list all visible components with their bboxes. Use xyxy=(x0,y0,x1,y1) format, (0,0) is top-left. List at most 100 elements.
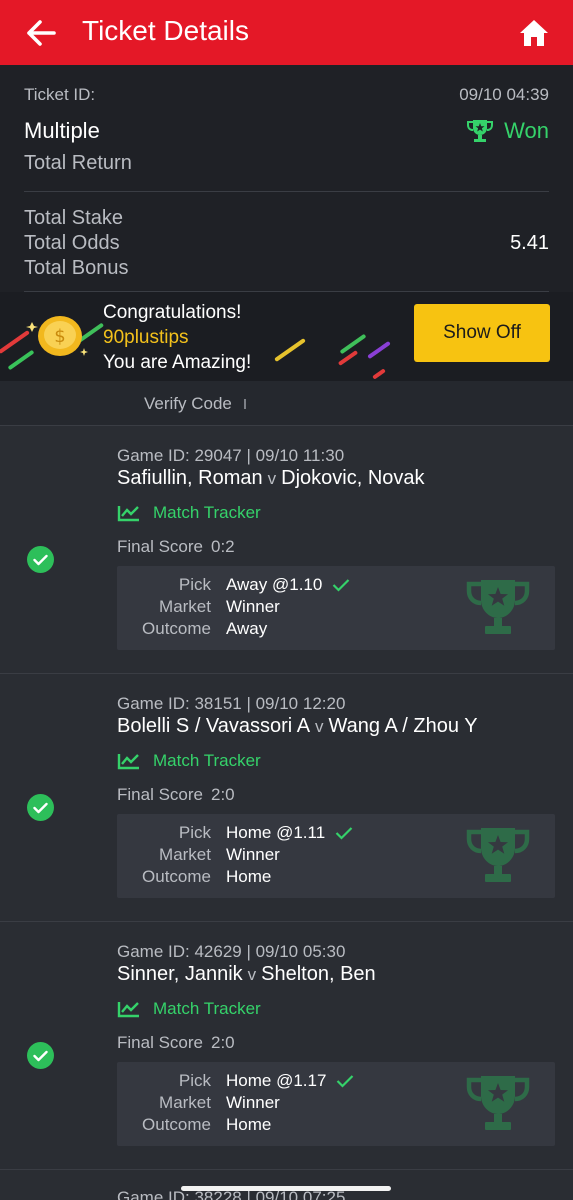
outcome-value: Home xyxy=(226,867,272,886)
match-teams: Safiullin, Roman v Djokovic, Novak xyxy=(117,467,425,490)
final-score: Final Score 2:0 xyxy=(117,1033,235,1053)
final-score-value: 2:0 xyxy=(210,1033,235,1052)
status-text: Won xyxy=(504,118,549,143)
show-off-button[interactable]: Show Off xyxy=(414,304,550,362)
confetti xyxy=(274,338,306,362)
verify-code-label: Verify Code xyxy=(144,394,232,413)
pick-label: Pick xyxy=(178,575,211,594)
pick-details: Pick Home @1.11 Market Winner Outcome Ho… xyxy=(117,814,555,898)
divider xyxy=(24,191,549,192)
match-tracker-link[interactable]: Match Tracker xyxy=(117,999,261,1019)
pick-value: Away @1.10 xyxy=(226,575,323,594)
total-stake-label: Total Stake xyxy=(24,207,123,229)
ticket-type: Multiple xyxy=(24,118,100,143)
chart-line-icon xyxy=(117,506,139,522)
page-title: Ticket Details xyxy=(82,15,250,46)
pick-value-row: Home @1.17 xyxy=(226,1071,354,1091)
outcome-label: Outcome xyxy=(142,619,211,638)
confetti xyxy=(372,368,386,380)
home-team: Sinner, Jannik xyxy=(117,963,243,985)
market-value: Winner xyxy=(226,1093,280,1112)
pick-value: Home @1.11 xyxy=(226,823,326,842)
market-value: Winner xyxy=(226,845,280,864)
match-tracker-label: Match Tracker xyxy=(153,503,261,522)
home-team: Bolelli S / Vavassori A xyxy=(117,715,311,737)
versus-label: v xyxy=(247,965,257,984)
pick-details: Pick Home @1.17 Market Winner Outcome Ho… xyxy=(117,1062,555,1146)
home-icon[interactable] xyxy=(519,18,549,48)
game-id: Game ID: 29047 | 09/10 11:30 xyxy=(117,446,345,465)
final-score-value: 2:0 xyxy=(210,785,235,804)
away-team: Shelton, Ben xyxy=(261,963,376,985)
total-odds-label: Total Odds xyxy=(24,232,120,254)
final-score-value: 0:2 xyxy=(210,537,235,556)
away-team: Wang A / Zhou Y xyxy=(328,715,478,737)
outcome-label: Outcome xyxy=(142,867,211,886)
game-card: Game ID: 42629 | 09/10 05:30 Sinner, Jan… xyxy=(0,921,573,1169)
game-id: Game ID: 42629 | 09/10 05:30 xyxy=(117,942,346,961)
trophy-watermark-icon xyxy=(466,1076,530,1130)
arrow-left-icon[interactable] xyxy=(26,19,56,47)
status-badge: Won xyxy=(466,118,549,144)
final-score-label: Final Score xyxy=(117,1033,203,1052)
confetti xyxy=(367,340,391,360)
pick-details: Pick Away @1.10 Market Winner Outcome Aw… xyxy=(117,566,555,650)
match-tracker-label: Match Tracker xyxy=(153,751,261,770)
outcome-label: Outcome xyxy=(142,1115,211,1134)
match-tracker-label: Match Tracker xyxy=(153,999,261,1018)
home-indicator[interactable] xyxy=(181,1186,391,1191)
home-team: Safiullin, Roman xyxy=(117,467,263,489)
congrats-banner: $ Congratulations! 90plustips You are Am… xyxy=(0,292,573,381)
versus-label: v xyxy=(315,717,324,736)
away-team: Djokovic, Novak xyxy=(281,467,425,489)
verify-code-value xyxy=(244,399,246,409)
final-score: Final Score 2:0 xyxy=(117,785,235,805)
final-score: Final Score 0:2 xyxy=(117,537,235,557)
market-label: Market xyxy=(159,1093,211,1112)
market-label: Market xyxy=(159,597,211,616)
total-bonus-label: Total Bonus xyxy=(24,257,129,279)
username: 90plustips xyxy=(103,327,189,348)
checkmark-icon xyxy=(337,1075,354,1088)
coin-icon: $ xyxy=(26,316,88,356)
versus-label: v xyxy=(267,469,277,488)
chart-line-icon xyxy=(117,1002,139,1018)
pick-value-row: Away @1.10 xyxy=(226,575,350,595)
market-value: Winner xyxy=(226,597,280,616)
pick-value: Home @1.17 xyxy=(226,1071,327,1090)
check-icon xyxy=(27,546,54,573)
top-app-bar: Ticket Details xyxy=(0,0,573,65)
pick-value-row: Home @1.11 xyxy=(226,823,353,843)
trophy-watermark-icon xyxy=(466,580,530,634)
check-icon xyxy=(27,1042,54,1069)
ticket-date: 09/10 04:39 xyxy=(459,85,549,104)
total-return-label: Total Return xyxy=(24,152,132,174)
amazing-text: You are Amazing! xyxy=(103,352,252,373)
market-label: Market xyxy=(159,845,211,864)
pick-label: Pick xyxy=(178,1071,211,1090)
match-tracker-link[interactable]: Match Tracker xyxy=(117,751,261,771)
ticket-id-label: Ticket ID: xyxy=(24,85,96,104)
congrats-text: Congratulations! xyxy=(103,302,242,323)
verify-code-row[interactable]: Verify Code xyxy=(0,381,573,425)
game-card: Game ID: 38151 | 09/10 12:20 Bolelli S /… xyxy=(0,673,573,921)
match-tracker-link[interactable]: Match Tracker xyxy=(117,503,261,523)
match-teams: Sinner, Jannik v Shelton, Ben xyxy=(117,963,376,986)
outcome-value: Home xyxy=(226,1115,272,1134)
match-teams: Bolelli S / Vavassori Av Wang A / Zhou Y xyxy=(117,715,478,738)
checkmark-icon xyxy=(333,579,350,592)
game-card: Game ID: 38228 | 09/10 07:25 xyxy=(0,1169,573,1200)
chart-line-icon xyxy=(117,754,139,770)
game-id: Game ID: 38151 | 09/10 12:20 xyxy=(117,694,346,713)
trophy-watermark-icon xyxy=(466,828,530,882)
trophy-icon xyxy=(467,120,494,142)
outcome-value: Away xyxy=(226,619,268,638)
svg-text:$: $ xyxy=(54,326,65,347)
total-odds-value: 5.41 xyxy=(510,232,549,254)
final-score-label: Final Score xyxy=(117,785,203,804)
game-card: Game ID: 29047 | 09/10 11:30 Safiullin, … xyxy=(0,425,573,673)
checkmark-icon xyxy=(335,827,353,840)
pick-label: Pick xyxy=(178,823,211,842)
final-score-label: Final Score xyxy=(117,537,203,556)
check-icon xyxy=(27,794,54,821)
